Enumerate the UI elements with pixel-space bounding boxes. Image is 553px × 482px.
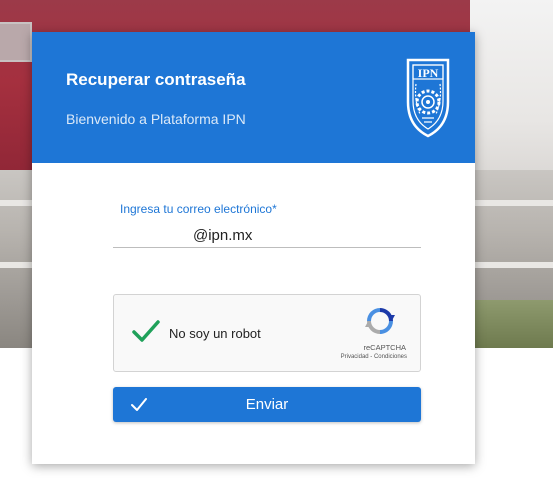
recaptcha-brand: reCAPTCHA bbox=[363, 343, 406, 352]
recaptcha-links[interactable]: Privacidad - Condiciones bbox=[341, 354, 407, 360]
recaptcha-widget[interactable]: No soy un robot reCAPTCHA Privacidad - C… bbox=[113, 294, 421, 372]
page-title: Recuperar contraseña bbox=[66, 70, 246, 89]
recaptcha-label: No soy un robot bbox=[169, 326, 261, 341]
email-label: Ingresa tu correo electrónico* bbox=[120, 202, 277, 216]
ipn-logo-icon: IPN bbox=[406, 58, 450, 138]
submit-label: Enviar bbox=[245, 396, 289, 413]
building-window bbox=[0, 22, 32, 62]
card-header: Recuperar contraseña Bienvenido a Plataf… bbox=[32, 32, 475, 163]
page-subtitle: Bienvenido a Plataforma IPN bbox=[66, 111, 246, 127]
submit-button[interactable]: Enviar bbox=[113, 387, 421, 422]
logo-text: IPN bbox=[418, 66, 439, 80]
check-icon[interactable] bbox=[131, 319, 161, 343]
email-field[interactable] bbox=[113, 224, 421, 248]
recaptcha-icon bbox=[365, 308, 395, 334]
recover-password-card: Recuperar contraseña Bienvenido a Plataf… bbox=[32, 32, 475, 464]
